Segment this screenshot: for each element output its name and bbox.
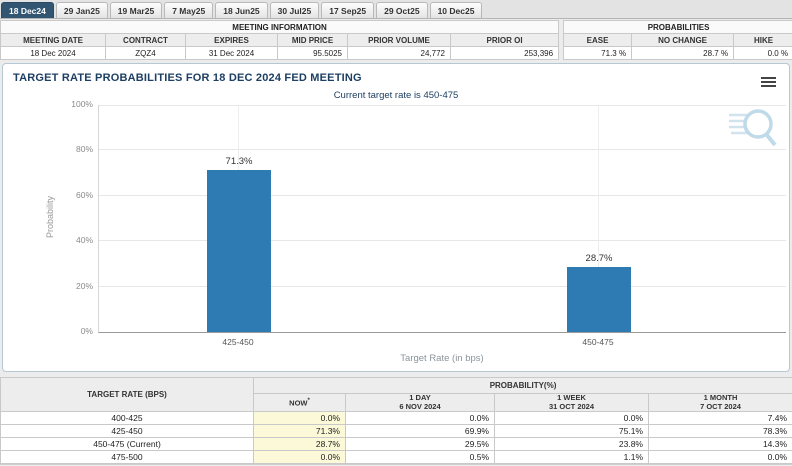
chart-subtitle: Current target rate is 450-475 [333,90,459,101]
rate-cell: 400-425 [0,411,254,425]
week-cell: 1.1% [494,450,649,464]
probability-history-section: TARGET RATE (BPS) PROBABILITY(%) NOW* 1 … [0,377,792,466]
meeting-information-title: MEETING INFORMATION [0,20,560,34]
probabilities-summary-table: PROBABILITIES EASE NO CHANGE HIKE 71.3 %… [563,20,792,60]
summary-tables: MEETING INFORMATION MEETING DATE CONTRAC… [0,19,792,60]
now-asterisk: * [307,398,310,404]
ease-value: 71.3 % [563,46,633,60]
month-cell: 78.3% [647,424,792,438]
y-tick-label: 60% [75,189,93,200]
col-hike: HIKE [733,33,792,47]
probability-group-header: PROBABILITY(%) [252,377,792,394]
y-tick-label: 40% [75,235,93,246]
gridline [99,285,786,287]
bar-group-425-450: 71.3% [207,105,271,332]
col-expires: EXPIRES [185,33,278,47]
y-tick-label: 80% [75,144,93,155]
col-prior-oi: PRIOR OI [449,33,560,47]
meeting-tab-bar: 18 Dec24 29 Jan25 19 Mar25 7 May25 18 Ju… [0,0,792,19]
day-cell: 0.5% [345,450,495,464]
probability-bar-450-475[interactable] [567,266,631,332]
table-row-425-450: 425-450 71.3% 69.9% 75.1% 78.3% [0,424,792,438]
table-row-450-475-current: 450-475 (Current) 28.7% 29.5% 23.8% 14.3… [0,437,792,451]
y-tick-label: 100% [71,99,93,109]
probability-history-table: TARGET RATE (BPS) PROBABILITY(%) NOW* 1 … [0,377,792,464]
meeting-information-table: MEETING INFORMATION MEETING DATE CONTRAC… [0,20,560,60]
chart-title: TARGET RATE PROBABILITIES FOR 18 DEC 202… [13,72,362,84]
col-prior-volume: PRIOR VOLUME [347,33,451,47]
col-ease: EASE [563,33,633,47]
rate-cell: 425-450 [0,424,254,438]
y-tick-label: 20% [75,280,93,291]
gridline [99,105,786,106]
week-cell: 0.0% [494,411,649,425]
col-contract: CONTRACT [105,33,186,47]
day-cell: 29.5% [345,437,495,451]
prior-volume-value: 24,772 [347,46,451,60]
tab-10-dec25[interactable]: 10 Dec25 [429,2,483,18]
tab-18-jun25[interactable]: 18 Jun25 [215,2,268,18]
week-cell: 75.1% [494,424,649,438]
mid-price-value: 95.5025 [277,46,348,60]
no-change-value: 28.7 % [631,46,735,60]
expires-value: 31 Dec 2024 [185,46,278,60]
gridline [99,149,786,151]
bar-group-450-475: 28.7% [567,105,631,332]
month-cell: 0.0% [647,450,792,464]
now-cell: 0.0% [253,450,346,464]
col-1-week: 1 WEEK 31 OCT 2024 [494,393,649,412]
tab-17-sep25[interactable]: 17 Sep25 [321,2,375,18]
col-now: NOW* [253,393,346,412]
gridline [99,194,786,196]
tab-30-jul25[interactable]: 30 Jul25 [269,2,320,18]
meeting-date-value: 18 Dec 2024 [0,46,106,60]
plot-area: 0% 20% 40% 60% 80% 100% 71.3% 28.7% [71,99,786,336]
tab-29-jan25[interactable]: 29 Jan25 [55,2,108,18]
now-cell: 28.7% [253,437,346,451]
day-cell: 0.0% [345,411,495,425]
probabilities-summary-row: 71.3 % 28.7 % 0.0 % [563,46,792,60]
tab-18-dec24[interactable]: 18 Dec24 [1,2,54,18]
meeting-information-row: 18 Dec 2024 ZQZ4 31 Dec 2024 95.5025 24,… [0,46,560,60]
probabilities-title: PROBABILITIES [563,20,792,34]
now-cell: 71.3% [253,424,346,438]
col-no-change: NO CHANGE [631,33,735,47]
chart-menu-icon[interactable] [761,77,776,89]
x-tick-label: 425-450 [222,337,254,347]
gridline [99,240,786,242]
table-row-475-500: 475-500 0.0% 0.5% 1.1% 0.0% [0,450,792,464]
col-meeting-date: MEETING DATE [0,33,106,47]
col-1-day: 1 DAY 6 NOV 2024 [345,393,495,412]
x-axis-title: Target Rate (in bps) [400,353,484,364]
bar-value-label: 71.3% [225,156,253,168]
x-tick-label: 450-475 [582,337,614,347]
rate-cell: 450-475 (Current) [0,437,254,451]
tab-7-may25[interactable]: 7 May25 [164,2,214,18]
now-cell: 0.0% [253,411,346,425]
prior-oi-value: 253,396 [449,46,560,60]
day-cell: 69.9% [345,424,495,438]
bar-value-label: 28.7% [585,252,613,264]
month-cell: 7.4% [647,411,792,425]
col-mid-price: MID PRICE [277,33,348,47]
col-target-rate: TARGET RATE (BPS) [0,377,254,412]
week-cell: 23.8% [494,437,649,451]
tab-19-mar25[interactable]: 19 Mar25 [109,2,163,18]
hike-value: 0.0 % [733,46,792,60]
col-1-month: 1 MONTH 7 OCT 2024 [647,393,792,412]
table-row-400-425: 400-425 0.0% 0.0% 0.0% 7.4% [0,411,792,425]
tab-29-oct25[interactable]: 29 Oct25 [376,2,428,18]
probability-bar-425-450[interactable] [207,170,271,332]
contract-value: ZQZ4 [105,46,186,60]
rate-cell: 475-500 [0,450,254,464]
y-tick-label: 0% [80,326,93,336]
month-cell: 14.3% [647,437,792,451]
chart-panel: TARGET RATE PROBABILITIES FOR 18 DEC 202… [2,63,790,372]
